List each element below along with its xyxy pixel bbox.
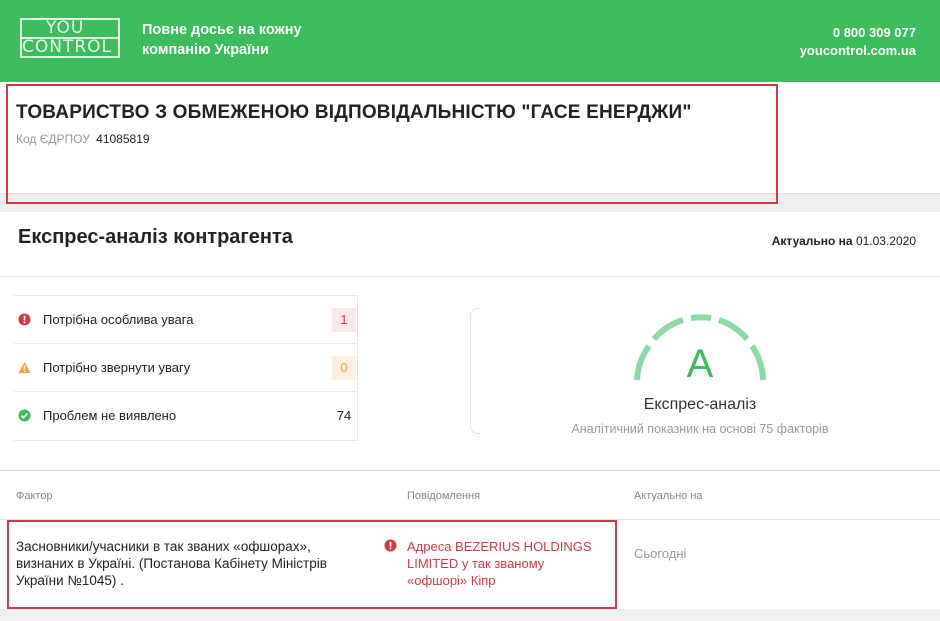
company-card: ТОВАРИСТВО З ОБМЕЖЕНОЮ ВІДПОВІДАЛЬНІСТЮ … bbox=[0, 82, 940, 204]
edrpou-label: Код ЄДРПОУ bbox=[16, 132, 90, 146]
actual-date: Актуально на 01.03.2020 bbox=[772, 234, 916, 248]
logo-line2: CONTROL bbox=[22, 37, 113, 57]
column-header-factor: Фактор bbox=[16, 490, 53, 502]
site-link[interactable]: youcontrol.com.ua bbox=[800, 42, 916, 60]
edrpou-value: 41085819 bbox=[96, 132, 150, 146]
divider bbox=[0, 276, 940, 277]
phone-number[interactable]: 0 800 309 077 bbox=[800, 24, 916, 42]
stat-row-warning[interactable]: Потрібно звернути увагу 0 bbox=[14, 344, 358, 392]
rating-gauge: A Експрес-аналіз Аналітичний показник на… bbox=[470, 308, 930, 438]
divider bbox=[0, 470, 940, 471]
column-header-date: Актуально на bbox=[634, 490, 703, 502]
stat-count-badge: 74 bbox=[336, 408, 352, 423]
stat-count-badge: 1 bbox=[332, 308, 356, 332]
gauge-bracket bbox=[470, 308, 480, 434]
company-name: ТОВАРИСТВО З ОБМЕЖЕНОЮ ВІДПОВІДАЛЬНІСТЮ … bbox=[16, 102, 692, 123]
express-analysis-panel: Експрес-аналіз контрагента Актуально на … bbox=[0, 212, 940, 621]
stat-count-badge: 0 bbox=[332, 356, 356, 380]
footer-strip bbox=[0, 609, 940, 621]
contacts: 0 800 309 077 youcontrol.com.ua bbox=[800, 24, 916, 60]
top-banner: YOU CONTROL Повне досьє на кожну компані… bbox=[0, 0, 940, 82]
message-cell[interactable]: Адреса BEZERIUS HOLDINGS LIMITED у так з… bbox=[407, 538, 607, 589]
factor-cell: Засновники/учасники в так званих «офшора… bbox=[16, 539, 327, 588]
logo-line1: YOU bbox=[46, 18, 85, 38]
stat-label: Потрібно звернути увагу bbox=[43, 360, 191, 375]
stat-label: Проблем не виявлено bbox=[43, 408, 177, 423]
edrpou-code: Код ЄДРПОУ 41085819 bbox=[16, 132, 150, 146]
youcontrol-logo[interactable]: YOU CONTROL bbox=[20, 18, 120, 58]
gauge-caption: Експрес-аналіз bbox=[643, 396, 757, 413]
actual-value: 01.03.2020 bbox=[855, 234, 916, 248]
stat-row-ok[interactable]: Проблем не виявлено 74 bbox=[14, 392, 358, 440]
warning-triangle-icon bbox=[18, 361, 31, 374]
stat-label: Потрібна особлива увага bbox=[43, 312, 194, 327]
gauge-subtitle: Аналітичний показник на основі 75 фактор… bbox=[571, 422, 829, 436]
alert-circle-icon bbox=[18, 313, 31, 326]
stats-list: Потрібна особлива увага 1 Потрібно зверн… bbox=[14, 295, 358, 441]
tagline: Повне досьє на кожну компанію України bbox=[142, 22, 302, 58]
alert-circle-icon bbox=[384, 539, 397, 552]
grade-letter: A bbox=[686, 342, 714, 386]
column-header-message: Повідомлення bbox=[407, 490, 481, 502]
panel-title: Експрес-аналіз контрагента bbox=[18, 226, 293, 248]
stat-row-critical[interactable]: Потрібна особлива увага 1 bbox=[14, 296, 358, 344]
actual-label: Актуально на bbox=[771, 234, 853, 248]
date-cell: Сьогодні bbox=[634, 546, 687, 561]
check-circle-icon bbox=[18, 409, 31, 422]
